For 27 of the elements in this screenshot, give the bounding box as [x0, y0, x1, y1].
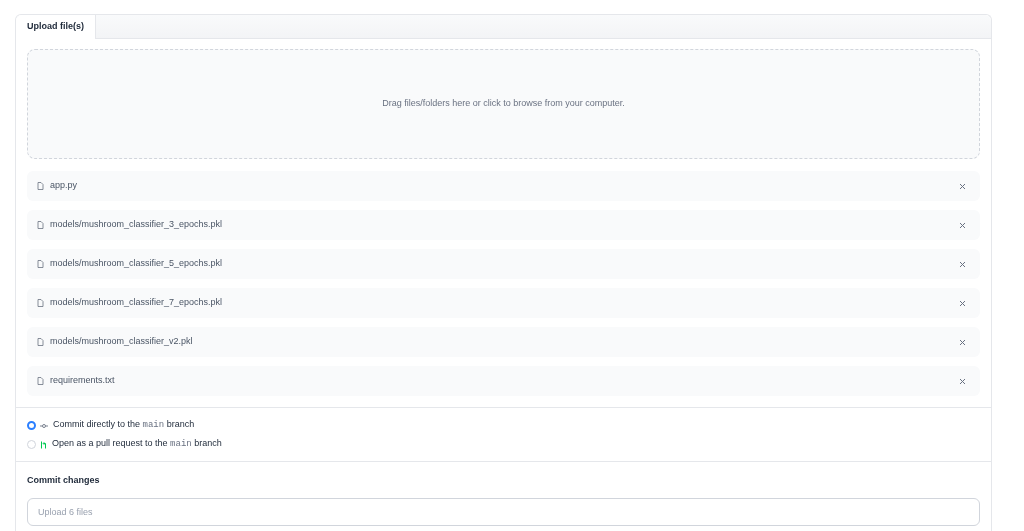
- file-name: requirements.txt: [50, 374, 116, 388]
- close-icon: [958, 221, 966, 229]
- file-icon: [37, 299, 44, 307]
- close-icon: [958, 299, 966, 307]
- close-icon: [958, 377, 966, 385]
- commit-icon: [40, 422, 48, 429]
- file-name: models/mushroom_classifier_v2.pkl: [50, 335, 194, 349]
- file-name: models/mushroom_classifier_3_epochs.pkl: [50, 218, 224, 232]
- commit-message-field[interactable]: Upload 6 files: [27, 497, 980, 526]
- close-icon: [958, 260, 966, 268]
- drop-zone[interactable]: Drag files/folders here or click to browse from your computer.: [27, 49, 980, 159]
- file-name: app.py: [50, 179, 79, 193]
- file-icon: [37, 377, 44, 385]
- close-icon: [958, 338, 966, 346]
- file-icon: [37, 182, 44, 190]
- radio-button[interactable]: [27, 421, 36, 430]
- radio-label[interactable]: Commit directly to the main branch: [53, 418, 195, 433]
- file-name: models/mushroom_classifier_7_epochs.pkl: [50, 296, 224, 310]
- file-icon: [37, 260, 44, 268]
- pull-request-icon: [40, 440, 47, 449]
- file-icon: [37, 338, 44, 346]
- tab[interactable]: Upload file(s): [16, 15, 96, 39]
- file-icon: [37, 221, 44, 229]
- file-name: models/mushroom_classifier_5_epochs.pkl: [50, 257, 224, 271]
- radio-label[interactable]: Open as a pull request to the main branch: [52, 437, 222, 452]
- close-icon: [958, 182, 966, 190]
- section-title: Commit changes: [27, 474, 101, 487]
